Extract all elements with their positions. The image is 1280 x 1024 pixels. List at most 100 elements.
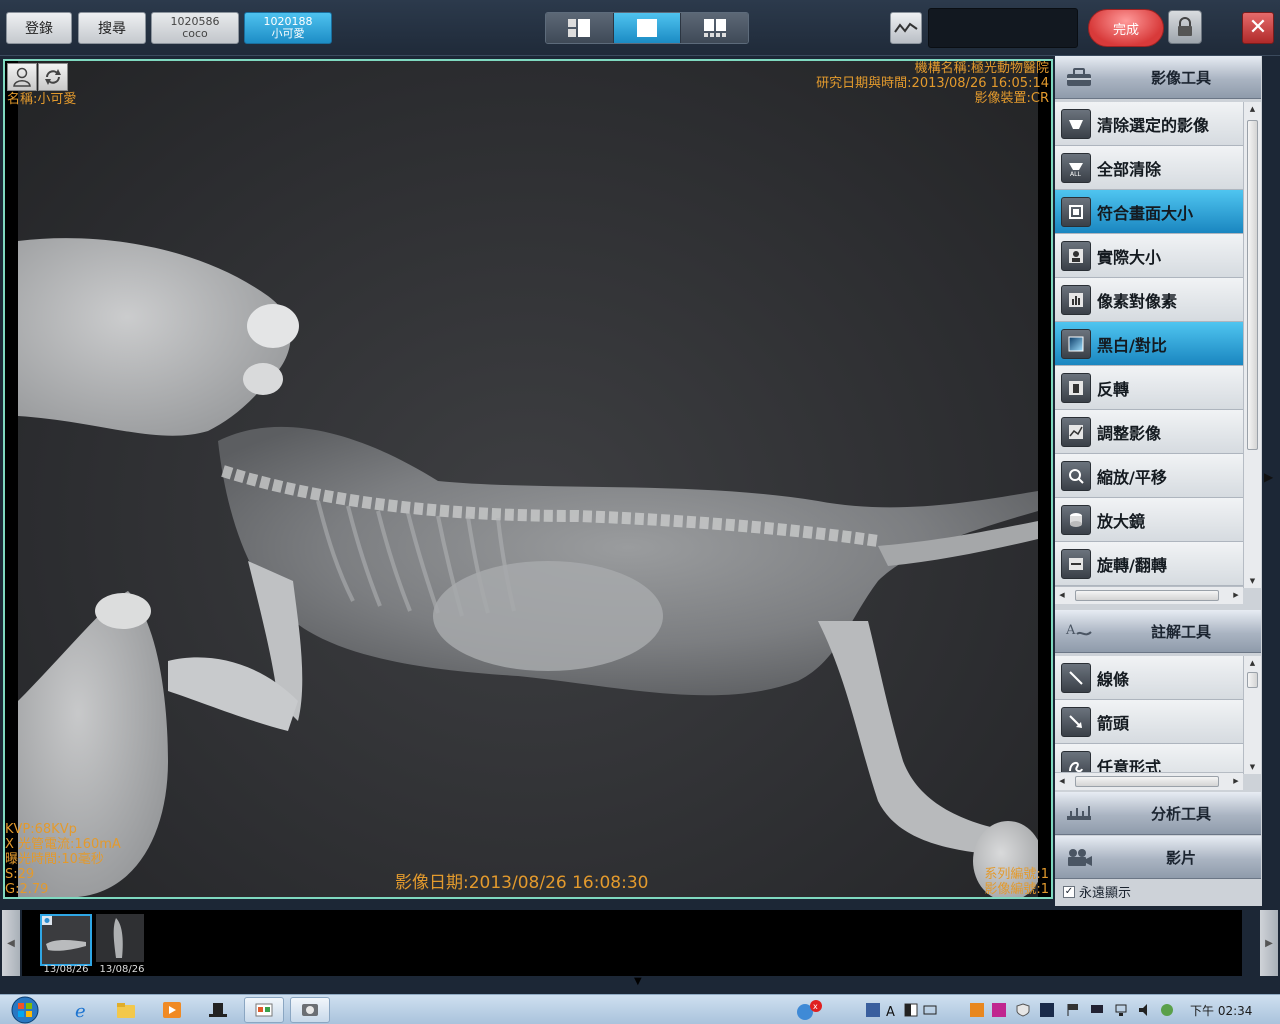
scroll-right-arrow-icon[interactable]: ▶ (1229, 587, 1243, 604)
tool-clear-all[interactable]: ALL 全部清除 (1055, 146, 1243, 190)
annotation-icon: A (1065, 623, 1092, 638)
taskbar-hat-app[interactable] (198, 997, 238, 1023)
tool-line[interactable]: 線條 (1055, 656, 1243, 700)
close-icon: ✕ (1248, 15, 1268, 40)
tool-pixel-to-pixel[interactable]: 像素對像素 (1055, 278, 1243, 322)
kvp-overlay: KVP:68KVp (5, 822, 77, 837)
annotation-tools-header[interactable]: A 註解工具 (1055, 610, 1261, 653)
scroll-thumb[interactable] (1247, 672, 1258, 688)
patient-info-button[interactable] (7, 63, 37, 91)
tray-keyboard-icon[interactable] (923, 1003, 937, 1017)
register-button[interactable]: 登錄 (6, 12, 72, 44)
tool-freeform[interactable]: 任意形式 (1055, 744, 1243, 774)
exposure-time-overlay: 曝光時間:10毫秒 (5, 852, 104, 867)
line-icon (1061, 663, 1091, 693)
scroll-down-arrow-icon[interactable]: ▼ (1244, 574, 1261, 588)
image-tools-header[interactable]: 影像工具 (1055, 56, 1261, 99)
strip-collapse-arrow-icon[interactable]: ▼ (634, 976, 642, 987)
patient-name: 小可愛 (271, 27, 305, 40)
scroll-thumb[interactable] (1247, 120, 1258, 450)
scroll-up-arrow-icon[interactable]: ▲ (1244, 656, 1261, 670)
tool-invert[interactable]: 反轉 (1055, 366, 1243, 410)
tool-clear-selected[interactable]: 清除選定的影像 (1055, 102, 1243, 146)
annotation-tools-hscrollbar[interactable]: ◀ ▶ (1055, 772, 1243, 790)
image-tools-scrollbar[interactable]: ▲ ▼ (1243, 102, 1261, 588)
taskbar-explorer[interactable] (106, 997, 146, 1023)
tray-app-icon[interactable] (866, 1003, 880, 1017)
tray-flag-icon[interactable] (1066, 1003, 1080, 1017)
tray-monitor-icon[interactable] (1090, 1003, 1104, 1017)
taskbar-open-window-2[interactable] (290, 997, 330, 1023)
tools-panel: 影像工具 清除選定的影像 ALL 全部清除 符合畫面大小 實際大小 像素對像素 黑… (1055, 56, 1262, 906)
taskbar-ie[interactable]: e (62, 997, 102, 1023)
top-toolbar: 登錄 搜尋 1020586 coco 1020188 小可愛 完成 ✕ (0, 0, 1280, 56)
thumbnail-image-2[interactable] (96, 914, 148, 966)
scroll-left-arrow-icon[interactable]: ◀ (1055, 773, 1069, 790)
lock-button[interactable] (1168, 10, 1202, 44)
tool-actual-size[interactable]: 實際大小 (1055, 234, 1243, 278)
hat-icon (209, 1003, 227, 1017)
scroll-left-arrow-icon[interactable]: ◀ (1055, 587, 1069, 604)
window-app-icon (255, 1003, 273, 1017)
tool-arrow[interactable]: 箭頭 (1055, 700, 1243, 744)
taskbar-network-alert[interactable]: x (790, 997, 826, 1023)
taskbar-media-player[interactable] (152, 997, 192, 1023)
analysis-tools-header[interactable]: 分析工具 (1055, 792, 1261, 835)
tray-orange-icon[interactable] (970, 1003, 984, 1017)
patient-name: coco (182, 27, 208, 40)
always-show-option[interactable]: ✓ 永遠顯示 (1063, 882, 1131, 901)
tool-zoom-pan[interactable]: 縮放/平移 (1055, 454, 1243, 498)
xray-image[interactable] (18, 61, 1038, 897)
panel-expand-arrow-icon[interactable]: ▶ (1264, 470, 1273, 484)
scroll-up-arrow-icon[interactable]: ▲ (1244, 102, 1261, 116)
internet-explorer-icon: e (75, 1001, 86, 1020)
tool-rotate-flip[interactable]: 旋轉/翻轉 (1055, 542, 1243, 586)
search-button[interactable]: 搜尋 (78, 12, 146, 44)
windows-taskbar: e x A 下午 02:34 (0, 994, 1280, 1024)
tool-adjust-image[interactable]: 調整影像 (1055, 410, 1243, 454)
scroll-down-arrow-icon[interactable]: ▼ (1244, 760, 1261, 774)
image-date-overlay: 影像日期:2013/08/26 16:08:30 (395, 873, 649, 893)
patient-tab-1020188[interactable]: 1020188 小可愛 (244, 12, 332, 44)
tool-magnifier[interactable]: 放大鏡 (1055, 498, 1243, 542)
strip-right-arrow-icon[interactable]: ▶ (1260, 910, 1278, 976)
scroll-thumb[interactable] (1075, 776, 1219, 787)
tray-magenta-icon[interactable] (992, 1003, 1006, 1017)
contrast-icon (1061, 329, 1091, 359)
scroll-right-arrow-icon[interactable]: ▶ (1229, 773, 1243, 790)
image-viewer[interactable]: 名稱:小可愛 機構名稱:極光動物醫院 研究日期與時間:2013/08/26 16… (3, 59, 1053, 899)
waveform-button[interactable] (890, 12, 922, 44)
sync-button[interactable] (38, 63, 68, 91)
patient-tab-1020586[interactable]: 1020586 coco (151, 12, 239, 44)
always-show-checkbox[interactable]: ✓ (1063, 885, 1075, 898)
waveform-icon (894, 22, 918, 33)
thumbnail-image-1[interactable] (40, 914, 92, 966)
tray-network-icon[interactable] (1114, 1003, 1128, 1017)
tray-bluetooth-icon[interactable] (1040, 1003, 1054, 1017)
tray-volume-icon[interactable] (1138, 1003, 1152, 1017)
actual-size-icon (1061, 241, 1091, 271)
app-window: 登錄 搜尋 1020586 coco 1020188 小可愛 完成 ✕ 名稱:小… (0, 0, 1280, 1024)
pixel-icon (1061, 285, 1091, 315)
tray-window-icon[interactable] (904, 1003, 918, 1017)
tray-font-icon[interactable]: A (885, 1003, 899, 1017)
scroll-thumb[interactable] (1075, 590, 1219, 601)
layout-single-button[interactable] (613, 13, 682, 43)
movie-header[interactable]: 影片 (1055, 836, 1261, 879)
layout-split-button[interactable] (546, 13, 614, 43)
tray-globe-icon[interactable] (1160, 1003, 1174, 1017)
tool-contrast[interactable]: 黑白/對比 (1055, 322, 1243, 366)
layout-grid-button[interactable] (681, 13, 748, 43)
image-tools-list: 清除選定的影像 ALL 全部清除 符合畫面大小 實際大小 像素對像素 黑白/對比 … (1055, 102, 1243, 588)
status-display (928, 8, 1078, 48)
tool-fit-screen[interactable]: 符合畫面大小 (1055, 190, 1243, 234)
start-button[interactable] (6, 995, 44, 1024)
patient-name-overlay: 名稱:小可愛 (7, 92, 77, 107)
close-button[interactable]: ✕ (1242, 12, 1274, 44)
annotation-tools-scrollbar[interactable]: ▲ ▼ (1243, 656, 1261, 774)
done-button[interactable]: 完成 (1088, 9, 1164, 47)
tray-shield-icon[interactable] (1016, 1003, 1030, 1017)
image-tools-hscrollbar[interactable]: ◀ ▶ (1055, 586, 1243, 604)
strip-left-arrow-icon[interactable]: ◀ (2, 910, 20, 976)
taskbar-open-window-1[interactable] (244, 997, 284, 1023)
